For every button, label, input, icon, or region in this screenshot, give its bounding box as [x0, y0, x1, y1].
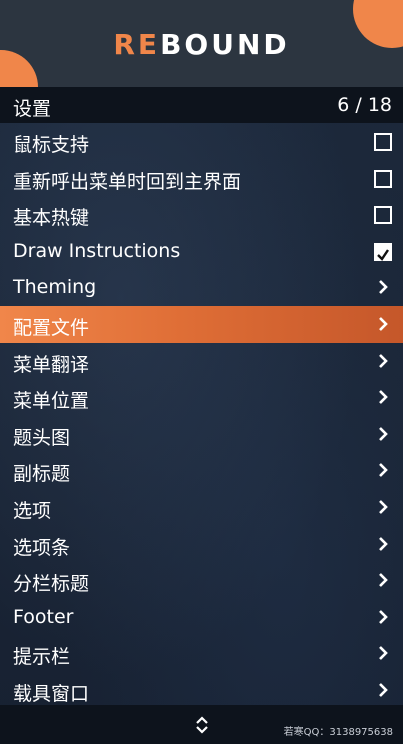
chevron-right-icon: [379, 426, 388, 441]
menu-item-label: 分栏标题: [13, 573, 90, 596]
menu-item-label: 配置文件: [13, 316, 90, 339]
chevron-right-icon: [379, 280, 388, 295]
chevron-right-icon: [379, 536, 388, 551]
menu-item-label: 载具窗口: [13, 682, 90, 705]
menu-item-label: 题头图: [13, 426, 71, 449]
menu-item[interactable]: 提示栏: [0, 635, 403, 672]
up-down-arrows-icon[interactable]: [193, 715, 211, 735]
menu-header-banner: REBOUND: [0, 0, 403, 87]
chevron-right-icon: [379, 353, 388, 368]
menu-item-label: Draw Instructions: [13, 239, 181, 262]
checkbox[interactable]: [374, 206, 392, 225]
chevron-right-icon: [379, 500, 388, 514]
chevron-right-icon: [379, 390, 388, 405]
checkmark-icon: [377, 249, 389, 261]
menu-item-label: 选项: [13, 499, 52, 522]
menu-item-label: 副标题: [13, 463, 71, 486]
menu-item[interactable]: 选项: [0, 489, 403, 526]
checkbox[interactable]: [374, 133, 392, 151]
logo-accent-text: RE: [113, 28, 161, 61]
menu-item-label: Theming: [13, 276, 97, 299]
menu-item[interactable]: 基本热键: [0, 196, 403, 233]
checkbox-checked[interactable]: [374, 242, 392, 261]
menu-item[interactable]: 选项条: [0, 526, 403, 563]
menu-item[interactable]: 重新呼出菜单时回到主界面: [0, 160, 403, 197]
menu-item[interactable]: Theming: [0, 269, 403, 306]
checkbox[interactable]: [374, 169, 392, 188]
menu-item[interactable]: 分栏标题: [0, 562, 403, 599]
menu-item[interactable]: Footer: [0, 599, 403, 636]
menu-item[interactable]: 菜单翻译: [0, 343, 403, 380]
footer-credit: 若寒QQ：3138975638: [283, 727, 393, 738]
item-counter: 6 / 18: [337, 94, 392, 116]
menu-footer: 若寒QQ：3138975638: [0, 705, 403, 744]
rebound-logo: REBOUND: [0, 28, 403, 61]
menu-item-label: 提示栏: [13, 646, 71, 669]
chevron-right-icon: [379, 463, 388, 478]
menu-title: 设置: [13, 98, 52, 120]
menu-item[interactable]: 菜单位置: [0, 379, 403, 416]
logo-text: BOUND: [160, 28, 290, 61]
chevron-right-icon: [379, 682, 388, 697]
menu-item-label: 基本热键: [13, 207, 90, 230]
menu-list: 鼠标支持重新呼出菜单时回到主界面 基本热键 Draw Instructions The…: [0, 123, 403, 709]
chevron-right-icon: [379, 609, 388, 624]
menu-item[interactable]: 副标题: [0, 452, 403, 489]
menu-subheader: 设置 6 / 18: [0, 87, 403, 123]
menu-item-label: 菜单位置: [13, 390, 90, 413]
menu-item-label: 鼠标支持: [13, 134, 90, 156]
menu-item-label: 菜单翻译: [13, 353, 90, 376]
menu-item[interactable]: 载具窗口: [0, 672, 403, 709]
menu-item-label: 重新呼出菜单时回到主界面: [13, 170, 242, 193]
menu-item[interactable]: 配置文件: [0, 305, 403, 343]
menu-item[interactable]: Draw Instructions: [0, 233, 403, 270]
menu-item[interactable]: 题头图: [0, 416, 403, 453]
menu-item-label: 选项条: [13, 536, 71, 559]
chevron-right-icon: [379, 317, 388, 331]
chevron-right-icon: [379, 646, 388, 661]
menu-item-label: Footer: [13, 605, 74, 628]
menu-item[interactable]: 鼠标支持: [0, 123, 403, 160]
chevron-right-icon: [379, 573, 388, 588]
